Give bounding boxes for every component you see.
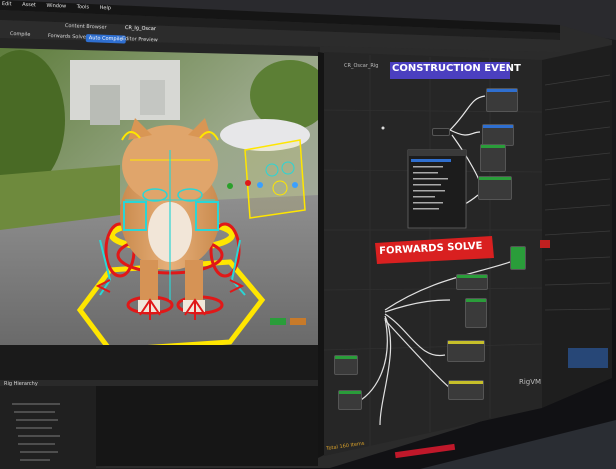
menu-item-tools[interactable]: Tools — [77, 4, 90, 10]
menu-item-edit[interactable]: Edit — [2, 1, 12, 7]
menu-item-help[interactable]: Help — [99, 5, 111, 11]
graph-node[interactable] — [478, 176, 512, 200]
graph-node[interactable] — [486, 88, 518, 112]
graph-name: CR_Oscar_Rig — [344, 63, 379, 69]
photo-scene: Edit Asset Window Tools Help Content Bro… — [0, 0, 616, 469]
graph-node[interactable] — [465, 298, 487, 328]
graph-node[interactable] — [456, 274, 488, 290]
menu-item-asset[interactable]: Asset — [22, 2, 36, 9]
graph-node[interactable] — [510, 246, 526, 270]
graph-node[interactable] — [448, 380, 484, 400]
graph-node[interactable] — [334, 355, 358, 375]
graph-node[interactable] — [338, 390, 362, 410]
graph-node[interactable] — [480, 144, 506, 172]
rigvm-watermark: RigVM — [519, 378, 542, 386]
auto-compile-button[interactable]: Auto Compile — [85, 34, 126, 44]
tab-cr-ig-oscar[interactable]: CR_Ig_Oscar — [125, 25, 156, 32]
graph-node[interactable] — [447, 340, 485, 362]
graph-node[interactable] — [432, 128, 450, 136]
menu-item-window[interactable]: Window — [46, 3, 66, 10]
compile-button[interactable]: Compile — [10, 31, 31, 38]
construction-event-banner: CONSTRUCTION EVENT — [392, 63, 521, 74]
graph-node[interactable] — [482, 124, 514, 146]
monitor-photo — [0, 0, 616, 469]
rig-hierarchy-tab[interactable]: Rig Hierarchy — [4, 381, 38, 387]
